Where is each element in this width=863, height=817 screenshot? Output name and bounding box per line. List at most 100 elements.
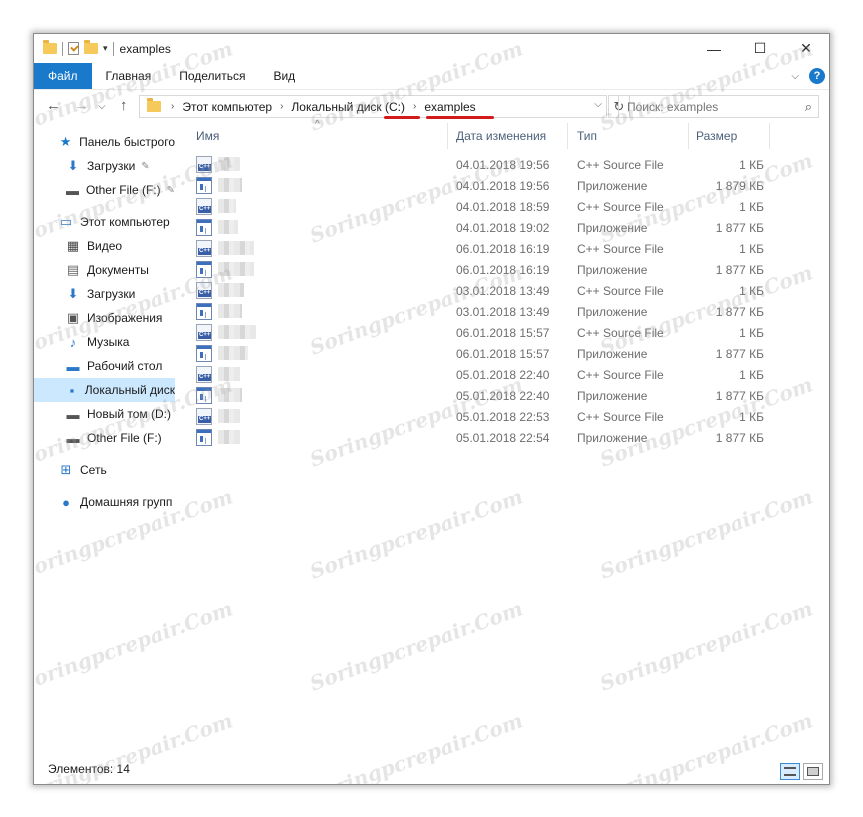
column-header-size[interactable]: Размер <box>696 123 737 149</box>
cell-type: C++ Source File <box>577 200 664 214</box>
sidebar-item-new-volume[interactable]: ▬ Новый том (D:) <box>34 402 175 426</box>
sidebar-item-local-disk[interactable]: ▪ Локальный диск <box>34 378 175 402</box>
expand-ribbon-icon[interactable]: ⌵ <box>791 71 799 82</box>
sidebar-item-label: Рабочий стол <box>87 359 163 373</box>
help-icon[interactable]: ? <box>809 68 825 84</box>
column-header-name[interactable]: Имя <box>196 123 219 149</box>
sidebar-item-quick-access[interactable]: ★ Панель быстрого <box>34 130 175 154</box>
sidebar-item-music[interactable]: ♪ Музыка <box>34 330 175 354</box>
up-arrow-icon[interactable]: ↑ <box>120 97 128 114</box>
cell-size: 1 877 КБ <box>715 221 764 235</box>
table-row[interactable]: 03.01.2018 13:49 Приложение 1 877 КБ <box>185 301 825 322</box>
table-row[interactable]: 04.01.2018 19:56 Приложение 1 879 КБ <box>185 175 825 196</box>
file-name-blurred <box>218 220 238 234</box>
table-row[interactable]: 05.01.2018 22:40 C++ Source File 1 КБ <box>185 364 825 385</box>
back-arrow-icon[interactable]: ← <box>46 97 61 114</box>
search-input[interactable] <box>627 99 787 114</box>
column-divider[interactable] <box>769 123 770 149</box>
table-row[interactable]: 04.01.2018 19:02 Приложение 1 877 КБ <box>185 217 825 238</box>
cell-size: 1 877 КБ <box>715 347 764 361</box>
tab-file[interactable]: Файл <box>34 63 92 89</box>
cell-date: 04.01.2018 19:56 <box>456 158 550 172</box>
minimize-button[interactable]: — <box>691 34 737 63</box>
sidebar-item-downloads-pinned[interactable]: ⬇ Загрузки ✎ <box>34 154 175 178</box>
sidebar-item-desktop[interactable]: ▬ Рабочий стол <box>34 354 175 378</box>
star-icon: ★ <box>59 134 72 149</box>
sidebar-item-network[interactable]: ⊞ Сеть <box>34 458 175 482</box>
homegroup-icon: ● <box>62 494 70 510</box>
details-view-icon <box>784 767 796 776</box>
toolbar-divider <box>62 41 63 56</box>
table-row[interactable]: 04.01.2018 19:56 C++ Source File 1 КБ <box>185 154 825 175</box>
cell-type: C++ Source File <box>577 326 664 340</box>
cell-type: Приложение <box>577 305 648 319</box>
table-row[interactable]: 05.01.2018 22:53 C++ Source File 1 КБ <box>185 406 825 427</box>
table-row[interactable]: 05.01.2018 22:54 Приложение 1 877 КБ <box>185 427 825 448</box>
cell-date: 05.01.2018 22:40 <box>456 389 550 403</box>
details-view-button[interactable] <box>780 763 800 780</box>
sidebar-item-downloads[interactable]: ⬇ Загрузки <box>34 282 175 306</box>
address-dropdown-icon[interactable]: ⌵ <box>594 99 602 110</box>
table-row[interactable]: 05.01.2018 22:40 Приложение 1 877 КБ <box>185 385 825 406</box>
breadcrumb-this-pc[interactable]: Этот компьютер <box>182 100 272 114</box>
table-row[interactable]: 06.01.2018 15:57 Приложение 1 877 КБ <box>185 343 825 364</box>
tab-view[interactable]: Вид <box>259 63 309 89</box>
search-box[interactable]: ⌕ <box>618 95 819 118</box>
cell-date: 06.01.2018 15:57 <box>456 326 550 340</box>
table-row[interactable]: 06.01.2018 15:57 C++ Source File 1 КБ <box>185 322 825 343</box>
sidebar-item-this-pc[interactable]: ▭ Этот компьютер <box>34 210 175 234</box>
drive-icon: ▬ <box>66 430 80 446</box>
cell-size: 1 КБ <box>739 200 764 214</box>
table-row[interactable]: 06.01.2018 16:19 C++ Source File 1 КБ <box>185 238 825 259</box>
column-divider[interactable] <box>447 123 448 149</box>
exe-file-icon <box>196 303 212 320</box>
breadcrumb-examples[interactable]: examples <box>424 100 475 114</box>
pin-icon: ✎ <box>141 160 150 172</box>
cell-size: 1 КБ <box>739 326 764 340</box>
sidebar-item-label: Домашняя групп <box>80 495 173 509</box>
recent-locations-icon[interactable]: ⌵ <box>98 101 106 112</box>
cell-size: 1 КБ <box>739 242 764 256</box>
breadcrumb-chevron-icon[interactable]: › <box>171 101 174 112</box>
cell-date: 06.01.2018 16:19 <box>456 263 550 277</box>
properties-icon[interactable] <box>68 42 79 55</box>
table-row[interactable]: 06.01.2018 16:19 Приложение 1 877 КБ <box>185 259 825 280</box>
cpp-file-icon <box>196 408 212 425</box>
column-divider[interactable] <box>567 123 568 149</box>
column-divider[interactable] <box>688 123 689 149</box>
tab-share[interactable]: Поделиться <box>165 63 259 89</box>
breadcrumb-local-disk[interactable]: Локальный диск (C:) <box>291 100 405 114</box>
address-bar[interactable]: › Этот компьютер › Локальный диск (C:) ›… <box>139 95 607 118</box>
column-header-date[interactable]: Дата изменения <box>456 123 546 149</box>
breadcrumb-chevron-icon[interactable]: › <box>280 101 283 112</box>
close-button[interactable]: ✕ <box>783 34 829 63</box>
customize-toolbar-icon[interactable]: ▾ <box>103 43 108 54</box>
maximize-button[interactable]: ☐ <box>737 34 783 63</box>
column-header-type[interactable]: Тип <box>577 123 597 149</box>
large-icons-view-button[interactable] <box>803 763 823 780</box>
sidebar-item-label: Загрузки <box>87 287 136 301</box>
cpp-file-icon <box>196 366 212 383</box>
sidebar-item-pictures[interactable]: ▣ Изображения <box>34 306 175 330</box>
cell-type: C++ Source File <box>577 242 664 256</box>
ribbon-tabs: Файл Главная Поделиться Вид ⌵ ? <box>34 63 829 89</box>
sidebar-item-other-file[interactable]: ▬ Other File (F:) <box>34 426 175 450</box>
tab-home[interactable]: Главная <box>92 63 166 89</box>
sidebar-item-other-file-pinned[interactable]: ▬ Other File (F:) ✎ <box>34 178 175 202</box>
table-row[interactable]: 03.01.2018 13:49 C++ Source File 1 КБ <box>185 280 825 301</box>
cell-type: Приложение <box>577 347 648 361</box>
navigation-bar: ← → ⌵ ↑ › Этот компьютер › Локальный дис… <box>34 89 829 121</box>
table-row[interactable]: 04.01.2018 18:59 C++ Source File 1 КБ <box>185 196 825 217</box>
file-name-blurred <box>218 346 248 360</box>
forward-arrow-icon[interactable]: → <box>74 97 89 114</box>
sidebar-item-videos[interactable]: ▦ Видео <box>34 234 175 258</box>
breadcrumb-chevron-icon[interactable]: › <box>413 101 416 112</box>
sidebar-item-label: Документы <box>87 263 149 277</box>
cell-size: 1 877 КБ <box>715 389 764 403</box>
sidebar-item-documents[interactable]: ▤ Документы <box>34 258 175 282</box>
file-name-blurred <box>218 304 242 318</box>
new-folder-icon[interactable] <box>84 40 98 54</box>
cell-type: C++ Source File <box>577 410 664 424</box>
search-icon[interactable]: ⌕ <box>805 99 812 115</box>
sidebar-item-homegroup[interactable]: ● Домашняя групп <box>34 490 175 514</box>
